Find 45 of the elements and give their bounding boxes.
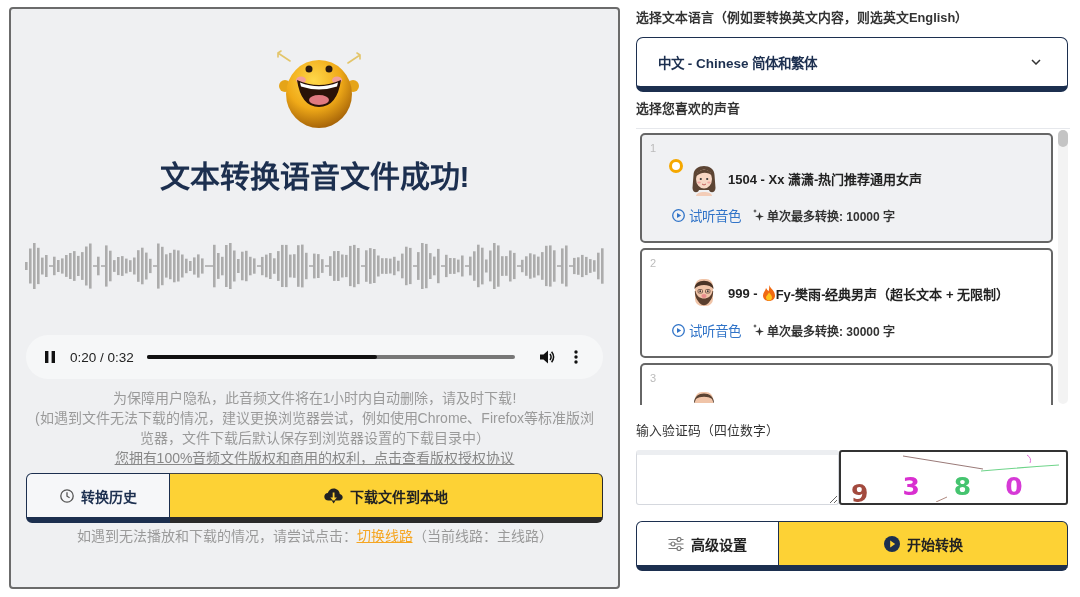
captcha-digit: 0 [1005,477,1023,497]
notice-text: (如遇到文件无法下载的情况，建议更换浏览器尝试，例如使用Chrome、Firefox等标准版浏览器，文件下载后默认保存到浏览器设置的下载目录中） [33,409,596,448]
sparkle-icon [753,209,764,221]
voice-name: 999 - [728,285,758,301]
play-circle-icon [672,323,685,337]
advanced-settings-button[interactable]: 高级设置 [636,521,779,571]
success-title: 文本转换语音文件成功! [158,160,471,194]
char-limit-text: 单次最多转换: 30000 字 [767,323,896,339]
radio-selected-icon[interactable] [669,159,683,173]
download-button[interactable]: 下载文件到本地 [170,473,603,523]
voice-label: 选择您喜欢的声音 [636,100,740,118]
captcha-label: 输入验证码（四位数字） [636,422,779,440]
playback-time: 0:20 / 0:32 [70,349,134,365]
listen-link[interactable]: 试听音色 [672,320,741,340]
play-circle-icon [672,208,685,222]
sliders-icon [668,536,684,551]
language-label: 选择文本语言（例如要转换英文内容，则选英文English） [636,9,969,27]
more-options-icon[interactable] [574,350,578,364]
captcha-digit: 3 [902,477,920,497]
progress-track[interactable] [146,355,515,359]
voice-number: 3 [650,371,657,385]
voice-card[interactable]: 2 999 - Fy-樊雨-经典男声（超长文本 + 无限制） 试听音色 单次最多转换: 30000 字 [640,248,1053,358]
language-select[interactable]: 中文 - Chinese 简体和繁体 [636,37,1068,92]
pause-icon[interactable] [45,351,55,363]
captcha-digit: 8 [953,477,972,497]
laughing-emoji-icon [277,50,361,128]
notice-text: 为保障用户隐私，此音频文件将在1小时内自动删除，请及时下载! [111,389,518,408]
voice-number: 2 [650,256,657,270]
captcha-digit: 9 [851,484,869,503]
captcha-input-field[interactable] [636,450,839,505]
clock-icon [59,488,74,503]
sparkle-icon [753,324,764,336]
voice-name: Fy-樊雨-经典男声（超长文本 + 无限制） [775,285,1010,303]
voice-name: 1504 - Xx 潇潇-热门推荐通用女声 [728,170,923,188]
char-limit-text: 单次最多转换: 10000 字 [767,208,896,224]
chevron-down-icon [1031,59,1041,65]
start-convert-button[interactable]: 开始转换 [779,521,1068,571]
volume-icon[interactable] [539,349,555,365]
scrollbar-thumb[interactable] [1058,130,1068,147]
route-hint-text: 如遇到无法播放和下载的情况，请尝试点击：切换线路（当前线路：主线路） [75,527,554,546]
listen-link[interactable]: 试听音色 [672,205,741,225]
cloud-download-icon [324,487,343,504]
history-button[interactable]: 转换历史 [26,473,170,523]
play-circle-icon [883,535,900,552]
captcha-image[interactable]: 9 3 8 0 [839,450,1068,505]
